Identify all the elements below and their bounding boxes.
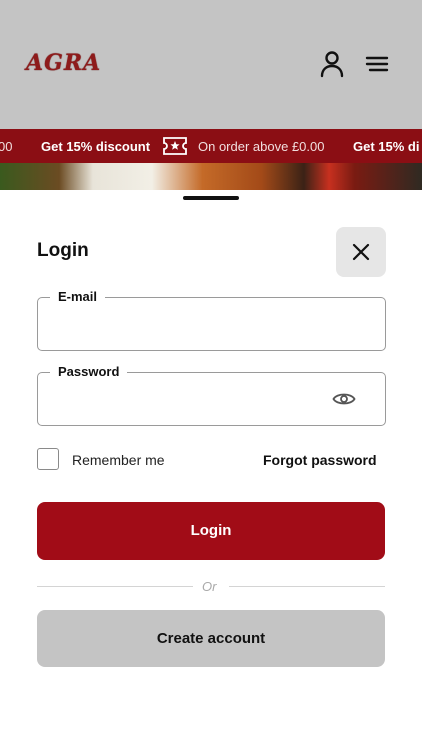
close-icon: [352, 243, 370, 261]
login-title: Login: [37, 240, 89, 261]
password-label: Password: [50, 364, 128, 379]
user-icon[interactable]: [318, 50, 346, 78]
divider-or-text: Or: [202, 579, 217, 594]
divider-line-right: [229, 586, 385, 587]
app-header: AGRA: [0, 0, 422, 129]
ticket-icon: [163, 137, 187, 155]
password-field[interactable]: Password: [37, 364, 386, 426]
create-account-button[interactable]: Create account: [37, 610, 385, 667]
promo-ticker: 00 Get 15% discount On order above £0.00…: [0, 129, 422, 163]
ticker-item: 00: [0, 139, 13, 154]
ticker-item: On order above £0.00: [198, 139, 325, 154]
ticker-item: Get 15% di: [353, 139, 420, 154]
password-input[interactable]: [52, 385, 336, 413]
close-button[interactable]: [336, 227, 386, 277]
forgot-password-link[interactable]: Forgot password: [263, 452, 377, 468]
remember-me-label[interactable]: Remember me: [72, 452, 165, 468]
email-input[interactable]: [52, 310, 336, 338]
email-label: E-mail: [50, 289, 106, 304]
hamburger-menu-icon[interactable]: [363, 50, 391, 78]
login-button[interactable]: Login: [37, 502, 385, 560]
ticker-item: Get 15% discount: [41, 139, 151, 154]
agra-logo[interactable]: AGRA: [26, 50, 101, 76]
login-sheet: Login E-mail Password Remember me Forgot…: [0, 190, 422, 750]
sheet-grabber[interactable]: [183, 196, 239, 200]
divider-line-left: [37, 586, 193, 587]
food-banner-image: [0, 163, 422, 193]
remember-me-checkbox[interactable]: [37, 448, 59, 470]
eye-icon[interactable]: [332, 391, 356, 407]
email-field[interactable]: E-mail: [37, 289, 386, 351]
